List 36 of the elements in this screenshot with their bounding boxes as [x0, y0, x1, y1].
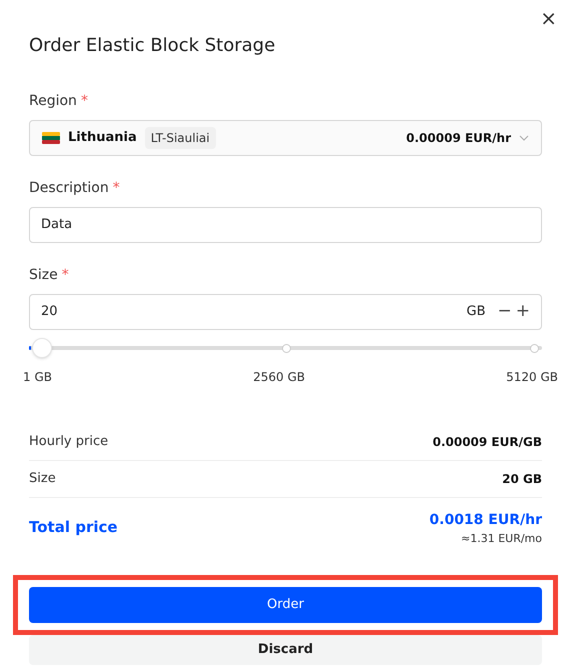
required-mark: * [80, 92, 88, 111]
dialog-title: Order Elastic Block Storage [29, 34, 276, 58]
summary-label: Hourly price [29, 433, 108, 452]
field-label: Region [29, 92, 77, 111]
country-name: Lithuania [68, 129, 137, 148]
size-slider[interactable] [29, 337, 542, 359]
discard-button[interactable]: Discard [29, 634, 542, 664]
summary-label: Size [29, 470, 56, 488]
field-label: Description [29, 179, 109, 198]
monthly-price: ≈1.31 EUR/mo [460, 531, 542, 547]
unit-label: GB [466, 303, 486, 322]
tick-label: 2560 GB [253, 369, 305, 386]
tick-label: 5120 GB [506, 369, 558, 386]
chevron-down-icon [519, 135, 529, 141]
size-value: 20 [41, 303, 59, 322]
flag-icon [42, 132, 60, 144]
size-field[interactable]: 20 GB − + [29, 294, 542, 330]
close-button[interactable]: × [540, 8, 557, 28]
slider-tick-mark [282, 344, 290, 353]
required-mark: * [62, 266, 69, 285]
description-field[interactable]: Data [29, 207, 542, 243]
slider-tick-mark [530, 344, 539, 353]
total-price: 0.0018 EUR/hr [429, 511, 542, 530]
summary-value: 20 GB [502, 471, 542, 488]
zone-tag: LT-Siauliai [144, 127, 216, 149]
total-label: Total price [29, 517, 118, 538]
increase-button[interactable]: + [516, 299, 530, 325]
required-mark: * [112, 179, 120, 198]
order-button[interactable]: Order [29, 586, 542, 622]
region-price: 0.00009 EUR/hr [406, 130, 511, 147]
tick-label: 1 GB [23, 369, 52, 386]
summary-value: 0.00009 EUR/GB [432, 434, 542, 451]
field-label: Size [29, 266, 58, 285]
slider-thumb[interactable] [32, 338, 52, 358]
region-select[interactable]: Lithuania LT-Siauliai 0.00009 EUR/hr [29, 120, 542, 156]
decrease-button[interactable]: − [498, 299, 512, 325]
